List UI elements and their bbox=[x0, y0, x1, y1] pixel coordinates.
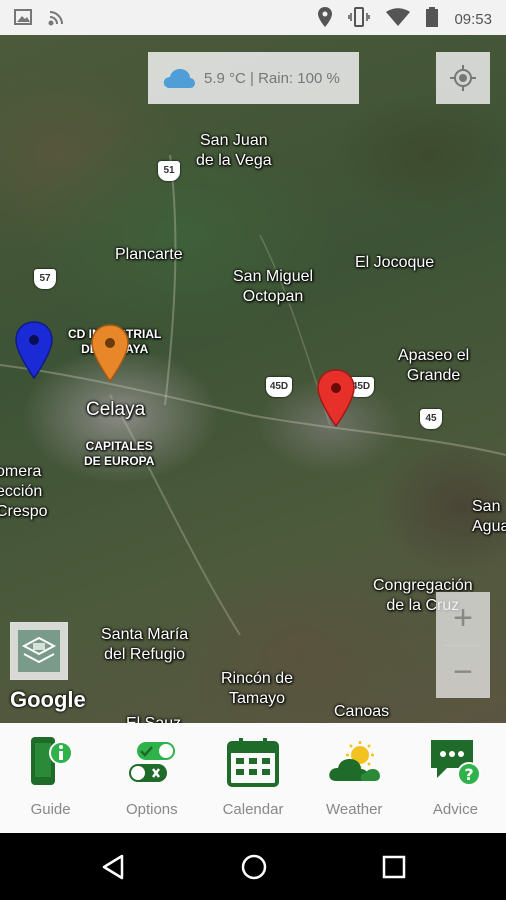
my-location-button[interactable] bbox=[436, 52, 490, 104]
map-label-comera: omera ección Crespo bbox=[0, 463, 48, 520]
highway-shield-57: 57 bbox=[34, 269, 56, 289]
map-label-capitales: CAPITALES DE EUROPA bbox=[84, 439, 155, 468]
vibrate-icon bbox=[348, 7, 371, 31]
map-view[interactable]: San Juan de la Vega Plancarte San Miguel… bbox=[0, 35, 506, 723]
bottom-navigation: Guide Options Calendar Weather ? Advice bbox=[0, 723, 506, 833]
sun-cloud-icon bbox=[324, 733, 384, 791]
status-bar: 09:53 bbox=[0, 0, 506, 35]
map-label-san-miguel: San Miguel Octopan bbox=[233, 268, 314, 305]
map-label-san-agua: San Agua bbox=[472, 498, 506, 535]
map-label-santa-maria: Santa María del Refugio bbox=[101, 626, 189, 663]
map-layers-button[interactable] bbox=[10, 622, 68, 680]
wifi-icon bbox=[386, 8, 411, 30]
chat-help-icon: ? bbox=[425, 733, 485, 791]
nav-guide[interactable]: Guide bbox=[0, 723, 101, 833]
nav-calendar-label: Calendar bbox=[222, 801, 284, 818]
map-label-san-juan: San Juan de la Vega bbox=[196, 132, 272, 169]
map-pin-red[interactable] bbox=[316, 368, 356, 428]
svg-text:?: ? bbox=[465, 765, 474, 784]
image-icon bbox=[14, 8, 32, 33]
nav-options-label: Options bbox=[125, 801, 178, 818]
layers-icon bbox=[16, 628, 62, 674]
map-label-rincon: Rincón de Tamayo bbox=[221, 670, 294, 707]
map-pin-orange[interactable] bbox=[90, 323, 130, 383]
weather-summary[interactable]: 5.9 °C | Rain: 100 % bbox=[148, 52, 359, 104]
nav-options[interactable]: Options bbox=[101, 723, 202, 833]
zoom-in-button[interactable]: + bbox=[436, 592, 490, 645]
zoom-out-button[interactable]: − bbox=[436, 646, 490, 699]
highway-shield-45: 45 bbox=[420, 409, 442, 429]
home-icon[interactable] bbox=[240, 853, 268, 886]
recents-icon[interactable] bbox=[382, 855, 406, 884]
status-time: 09:53 bbox=[454, 10, 492, 28]
nav-weather-label: Weather bbox=[326, 801, 383, 818]
wifi-calling-icon bbox=[46, 8, 68, 33]
map-label-el-sauz: El Sauz bbox=[126, 714, 181, 723]
cloud-icon bbox=[162, 66, 196, 90]
system-navigation-bar bbox=[0, 833, 506, 900]
nav-guide-label: Guide bbox=[30, 801, 71, 818]
map-label-el-jocoque: El Jocoque bbox=[355, 254, 435, 271]
nav-calendar[interactable]: Calendar bbox=[202, 723, 303, 833]
nav-advice[interactable]: ? Advice bbox=[405, 723, 506, 833]
google-logo: Google bbox=[10, 687, 86, 712]
location-icon bbox=[318, 7, 333, 31]
highway-shield-45d-a: 45D bbox=[266, 377, 292, 397]
back-icon[interactable] bbox=[101, 854, 125, 885]
toggles-icon bbox=[122, 733, 182, 791]
map-label-celaya: Celaya bbox=[86, 399, 146, 420]
map-label-canoas: Canoas bbox=[334, 703, 390, 720]
map-pin-blue[interactable] bbox=[14, 320, 54, 380]
weather-text: 5.9 °C | Rain: 100 % bbox=[204, 69, 340, 87]
calendar-icon bbox=[223, 733, 283, 791]
map-label-apaseo: Apaseo el Grande bbox=[398, 347, 470, 384]
map-label-plancarte: Plancarte bbox=[115, 246, 183, 263]
battery-icon bbox=[426, 7, 439, 31]
nav-weather[interactable]: Weather bbox=[304, 723, 405, 833]
zoom-controls: + − bbox=[436, 592, 490, 698]
nav-advice-label: Advice bbox=[432, 801, 478, 818]
phone-info-icon bbox=[21, 733, 81, 791]
highway-shield-51: 51 bbox=[158, 161, 180, 181]
crosshair-icon bbox=[449, 64, 477, 92]
